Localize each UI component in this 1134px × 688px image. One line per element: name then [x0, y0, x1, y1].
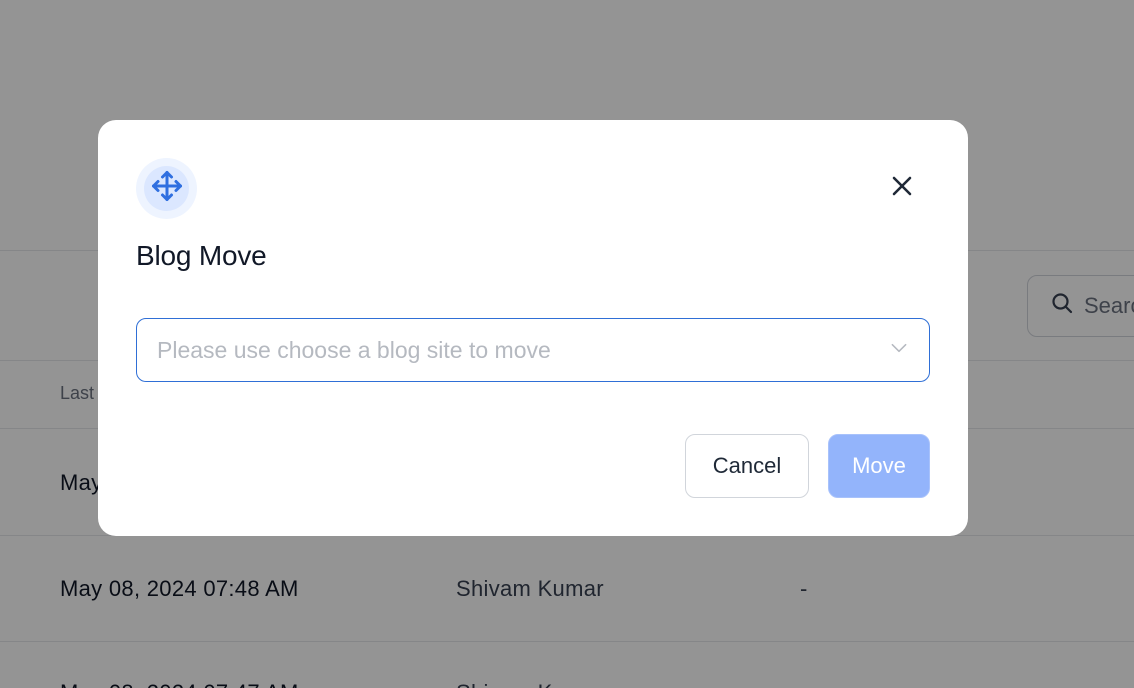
close-button[interactable]: [884, 170, 920, 206]
move-arrows-icon: [149, 168, 185, 209]
select-placeholder: Please use choose a blog site to move: [157, 336, 551, 363]
dialog-title: Blog Move: [136, 240, 267, 271]
blog-move-dialog: Blog Move Please use choose a blog site …: [98, 120, 968, 536]
modal-icon-badge: [136, 158, 197, 219]
chevron-down-icon: [889, 338, 909, 363]
cancel-button[interactable]: Cancel: [685, 434, 809, 498]
blog-site-select[interactable]: Please use choose a blog site to move: [136, 318, 930, 382]
close-icon: [890, 174, 914, 203]
move-button[interactable]: Move: [828, 434, 930, 498]
